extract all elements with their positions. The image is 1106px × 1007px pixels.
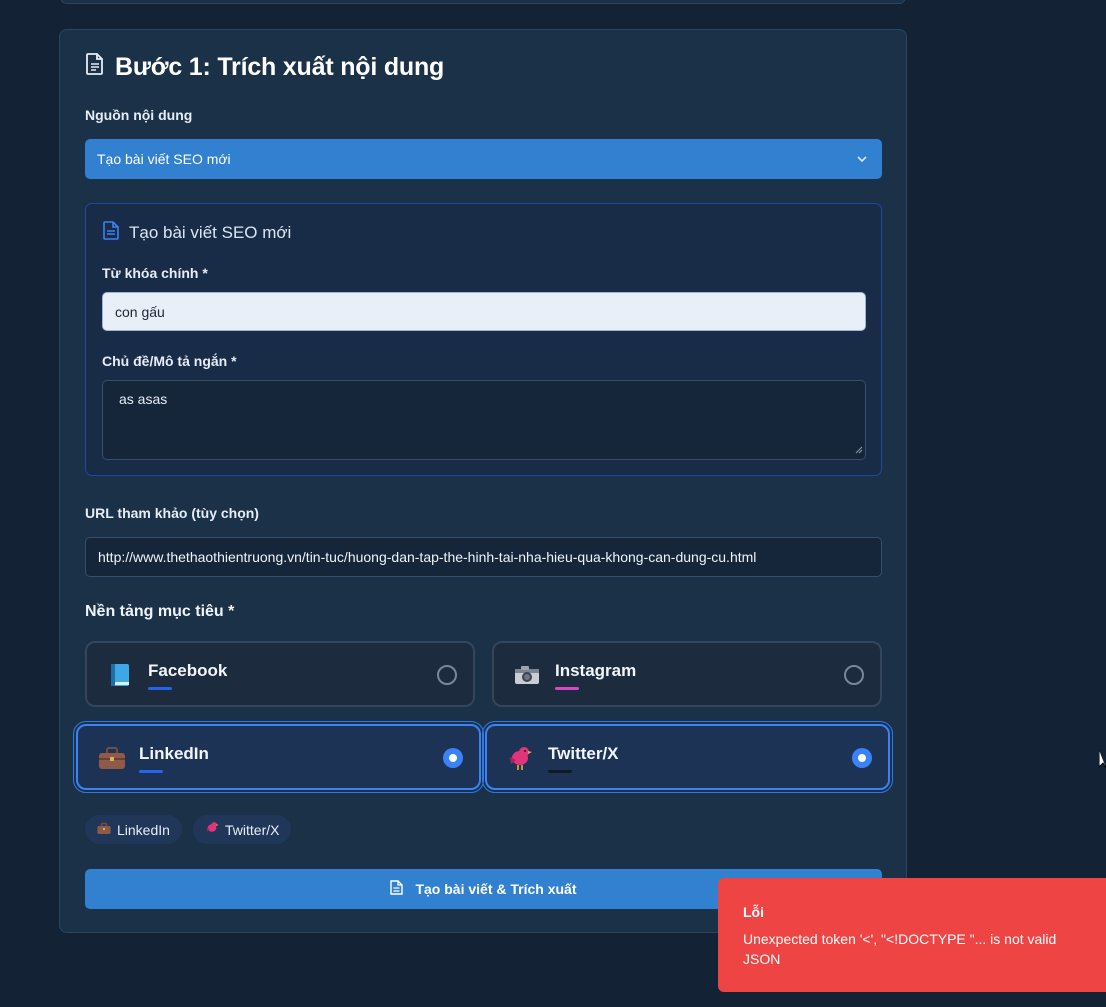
platform-radio[interactable]: [844, 665, 864, 685]
create-extract-button-label: Tạo bài viết & Trích xuất: [415, 881, 577, 897]
keyword-input[interactable]: con gấu: [102, 292, 866, 331]
platform-name: Facebook: [148, 661, 228, 680]
reference-url-label: URL tham khảo (tùy chọn): [85, 505, 259, 521]
platform-radio[interactable]: [437, 665, 457, 685]
platform-radio[interactable]: [852, 748, 872, 768]
seo-panel-title: Tạo bài viết SEO mới: [103, 221, 291, 245]
document-icon: [390, 880, 404, 898]
document-icon: [103, 221, 120, 245]
seo-panel-title-text: Tạo bài viết SEO mới: [129, 223, 292, 242]
platform-facebook[interactable]: Facebook: [85, 641, 475, 707]
chip-label: Twitter/X: [225, 821, 280, 838]
briefcase-icon: [97, 822, 111, 838]
platform-twitter[interactable]: Twitter/X: [482, 721, 893, 793]
briefcase-icon: [98, 745, 125, 771]
mouse-cursor-icon: [1098, 750, 1106, 773]
topic-textarea-value: as asas: [119, 391, 168, 407]
selected-chip-twitter: Twitter/X: [193, 815, 292, 844]
platform-name: Instagram: [555, 661, 637, 680]
seo-article-panel: Tạo bài viết SEO mới Từ khóa chính * con…: [85, 203, 882, 476]
selected-chip-linkedin: LinkedIn: [85, 815, 182, 844]
bird-icon: [507, 745, 533, 771]
platforms-label: Nền tảng mục tiêu *: [85, 603, 235, 620]
reference-url-input[interactable]: http://www.thethaothientruong.vn/tin-tuc…: [85, 537, 882, 577]
source-select[interactable]: Tạo bài viết SEO mới: [85, 139, 882, 179]
keyword-input-value: con gấu: [115, 303, 165, 320]
bird-icon: [205, 821, 219, 838]
platform-linkedin[interactable]: LinkedIn: [73, 721, 484, 793]
chip-label: LinkedIn: [117, 821, 170, 838]
source-select-value: Tạo bài viết SEO mới: [97, 151, 231, 167]
error-toast[interactable]: Lỗi Unexpected token '<', "<!DOCTYPE "..…: [718, 878, 1106, 992]
step-title: Bước 1: Trích xuất nội dung: [85, 52, 444, 82]
topic-label: Chủ đề/Mô tả ngắn *: [102, 353, 237, 369]
platform-instagram[interactable]: Instagram: [492, 641, 882, 707]
document-icon: [85, 52, 105, 82]
platform-accent-bar: [139, 770, 163, 773]
resize-grip-icon[interactable]: [855, 441, 863, 457]
previous-card: [60, 0, 906, 4]
camera-icon: [514, 662, 540, 688]
platform-accent-bar: [548, 770, 572, 773]
keyword-label: Từ khóa chính *: [102, 265, 208, 281]
topic-textarea[interactable]: as asas: [102, 380, 866, 460]
source-label: Nguồn nội dung: [85, 107, 193, 123]
step-card: Bước 1: Trích xuất nội dung Nguồn nội du…: [59, 29, 907, 933]
chevron-down-icon: [856, 152, 868, 168]
platform-radio[interactable]: [443, 748, 463, 768]
error-toast-title: Lỗi: [743, 904, 764, 920]
reference-url-value: http://www.thethaothientruong.vn/tin-tuc…: [98, 549, 757, 565]
platform-name: Twitter/X: [548, 744, 619, 763]
platform-accent-bar: [555, 687, 579, 690]
error-toast-message: Unexpected token '<', "<!DOCTYPE "... is…: [743, 931, 1057, 967]
platform-name: LinkedIn: [139, 744, 209, 763]
step-title-text: Bước 1: Trích xuất nội dung: [115, 52, 445, 81]
book-icon: [107, 662, 133, 688]
platform-accent-bar: [148, 687, 172, 690]
